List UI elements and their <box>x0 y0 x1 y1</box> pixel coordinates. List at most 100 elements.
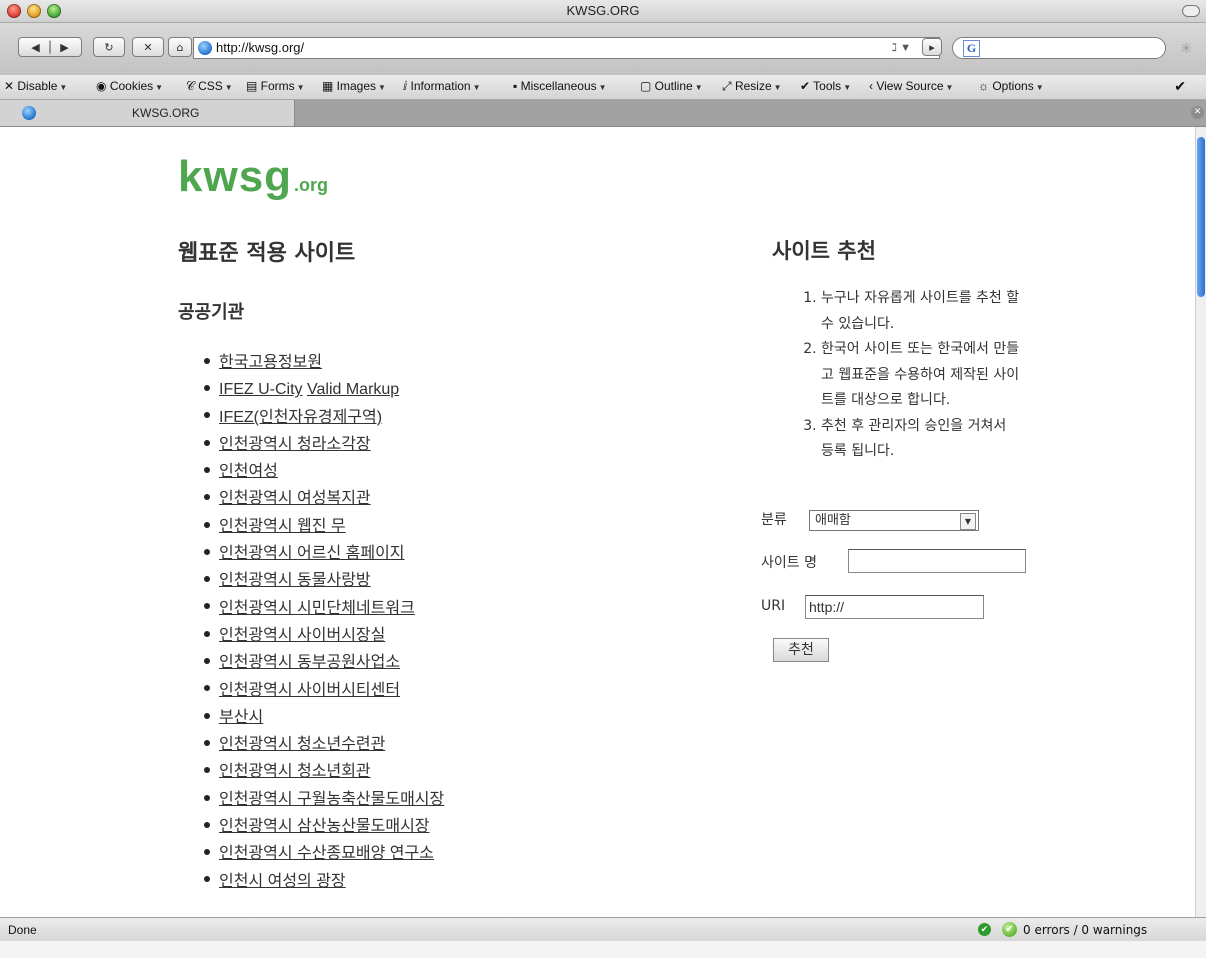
window-shadow <box>0 941 1206 958</box>
status-text: Done <box>8 923 37 937</box>
bullet-icon <box>204 658 210 665</box>
list-item: 인천광역시 사이버시장실 <box>204 622 444 649</box>
menu-images[interactable]: ▦ Images ▼ <box>322 79 386 93</box>
site-link[interactable]: 인천광역시 어르신 홈페이지 <box>219 545 405 562</box>
back-forward-button[interactable]: ◀ │ ▶ <box>18 37 82 57</box>
menu-tools[interactable]: ✔ Tools ▼ <box>800 79 851 93</box>
list-item: 인천광역시 청라소각장 <box>204 431 444 458</box>
scrollbar-thumb[interactable] <box>1197 137 1205 297</box>
bullet-icon <box>204 821 210 828</box>
list-item: 한국고용정보원 <box>204 349 444 376</box>
menu-css[interactable]: 𝒞 CSS ▼ <box>186 79 233 94</box>
bullet-icon <box>204 494 210 501</box>
recommend-rules: 누구나 자유롭게 사이트를 추천 할 수 있습니다. 한국어 사이트 또는 한국… <box>795 286 1023 465</box>
google-search-icon[interactable]: G <box>963 40 980 57</box>
web-developer-toolbar: ✕ Disable ▼ ◉ Cookies ▼ 𝒞 CSS ▼ ▤ Forms ▼ ▦ … <box>0 75 1206 100</box>
page-viewport: kwsg .org 웹표준 적용 사이트 공공기관 한국고용정보원 IFEZ U-… <box>0 127 1196 917</box>
site-link[interactable]: 인천광역시 동물사랑방 <box>219 572 371 589</box>
home-button[interactable]: ⌂ <box>168 37 192 57</box>
list-item: 인천광역시 삼산농산물도매시장 <box>204 813 444 840</box>
site-link[interactable]: 한국고용정보원 <box>219 354 322 371</box>
site-link[interactable]: 인천광역시 시민단체네트워크 <box>219 600 415 617</box>
menu-tools-label: Tools <box>813 79 842 93</box>
menu-forms[interactable]: ▤ Forms ▼ <box>246 79 305 93</box>
site-link[interactable]: 인천광역시 청라소각장 <box>219 436 371 453</box>
validator-result[interactable]: 0 errors / 0 warnings <box>1023 923 1147 937</box>
go-button[interactable]: ▸ <box>922 38 942 56</box>
category-heading: 공공기관 <box>178 302 245 323</box>
site-link[interactable]: 인천광역시 사이버시티센터 <box>219 682 400 699</box>
list-item: 인천광역시 어르신 홈페이지 <box>204 540 444 567</box>
bullet-icon <box>204 712 210 719</box>
menu-view-source[interactable]: ‹ View Source ▼ <box>869 79 953 93</box>
bullet-icon <box>204 630 210 637</box>
page-title: 웹표준 적용 사이트 <box>178 241 356 266</box>
bullet-icon <box>204 849 210 856</box>
site-link[interactable]: 인천여성 <box>219 463 278 480</box>
forward-icon[interactable]: ▶ <box>60 41 68 54</box>
list-item: 인천광역시 동물사랑방 <box>204 567 444 594</box>
bullet-icon <box>204 521 210 528</box>
site-link[interactable]: 인천광역시 동부공원사업소 <box>219 654 400 671</box>
logo-suffix: .org <box>294 175 329 195</box>
site-link[interactable]: 인천광역시 여성복지관 <box>219 490 371 507</box>
site-name-input[interactable] <box>848 549 1026 573</box>
menu-resize[interactable]: ⤢ Resize ▼ <box>722 79 782 94</box>
address-bar[interactable]: http://kwsg.org/ ℷ ▼ <box>193 37 940 59</box>
validator-ok-icon[interactable]: ✔ <box>1002 922 1017 937</box>
site-logo[interactable]: kwsg .org <box>178 152 328 202</box>
site-link[interactable]: 인천광역시 청소년회관 <box>219 763 371 780</box>
menu-cookies[interactable]: ◉ Cookies ▼ <box>96 79 163 93</box>
validation-check-icon[interactable]: ✔ <box>1174 78 1186 95</box>
window-title: KWSG.ORG <box>566 3 640 18</box>
chevron-down-icon[interactable]: ▼ <box>960 513 976 530</box>
status-bar: Done ✔ ✔ 0 errors / 0 warnings <box>0 917 1206 942</box>
activity-spinner-icon: ✳ <box>1180 41 1192 57</box>
site-link[interactable]: 인천광역시 삼산농산물도매시장 <box>219 818 430 835</box>
site-link[interactable]: 인천광역시 청소년수련관 <box>219 736 385 753</box>
uri-label: URI <box>761 598 786 614</box>
menu-disable-label: Disable <box>17 79 58 93</box>
menu-options-label: Options <box>992 79 1034 93</box>
recommend-heading: 사이트 추천 <box>772 239 876 263</box>
menu-outline-label: Outline <box>654 79 693 93</box>
menu-information[interactable]: ⅈ Information ▼ <box>403 79 481 93</box>
rss-feed-icon[interactable]: ℷ ▼ <box>892 38 911 58</box>
uri-input[interactable]: http:// <box>805 595 984 619</box>
menu-miscellaneous[interactable]: ▪ Miscellaneous ▼ <box>513 79 607 93</box>
address-url[interactable]: http://kwsg.org/ <box>216 38 304 58</box>
reload-button[interactable]: ↻ <box>93 37 125 57</box>
list-item: 인천광역시 청소년수련관 <box>204 731 444 758</box>
valid-markup-link[interactable]: Valid Markup <box>307 381 399 398</box>
site-link[interactable]: 부산시 <box>219 709 263 726</box>
tab-close-icon[interactable]: ✕ <box>1191 106 1204 119</box>
site-link[interactable]: 인천광역시 사이버시장실 <box>219 627 385 644</box>
menu-disable[interactable]: ✕ Disable ▼ <box>4 79 67 93</box>
list-item: 인천광역시 웹진 무 <box>204 513 444 540</box>
site-link[interactable]: 인천광역시 수산종묘배양 연구소 <box>219 845 434 862</box>
menu-miscellaneous-label: Miscellaneous <box>520 79 597 93</box>
category-label: 분류 <box>761 512 787 528</box>
tab-kwsg[interactable]: KWSG.ORG <box>0 100 295 126</box>
category-select[interactable]: 애매함 ▼ <box>809 510 979 531</box>
site-link[interactable]: 인천광역시 웹진 무 <box>219 518 346 535</box>
site-link[interactable]: 인천광역시 구월농축산물도매시장 <box>219 791 444 808</box>
recommend-submit-button[interactable]: 추천 <box>773 638 829 662</box>
list-item: IFEZ U-City Valid Markup <box>204 376 444 403</box>
list-item: 인천광역시 여성복지관 <box>204 485 444 512</box>
toolbar-toggle-button[interactable] <box>1182 5 1200 17</box>
bullet-icon <box>204 357 210 364</box>
reload-icon: ↻ <box>104 41 114 54</box>
menu-options[interactable]: ☼ Options ▼ <box>978 79 1044 93</box>
site-link[interactable]: IFEZ U-City <box>219 381 303 398</box>
site-link[interactable]: 인천시 여성의 광장 <box>219 873 346 890</box>
search-input[interactable]: G <box>952 37 1166 59</box>
site-link[interactable]: IFEZ(인천자유경제구역) <box>219 409 382 426</box>
vertical-scrollbar[interactable] <box>1195 127 1206 917</box>
back-icon[interactable]: ◀ <box>31 41 39 54</box>
list-item: 인천광역시 구월농축산물도매시장 <box>204 786 444 813</box>
list-item: 인천광역시 수산종묘배양 연구소 <box>204 840 444 867</box>
menu-outline[interactable]: ▢ Outline ▼ <box>640 79 703 93</box>
stop-button[interactable]: ✕ <box>132 37 164 57</box>
list-item: 인천광역시 청소년회관 <box>204 758 444 785</box>
